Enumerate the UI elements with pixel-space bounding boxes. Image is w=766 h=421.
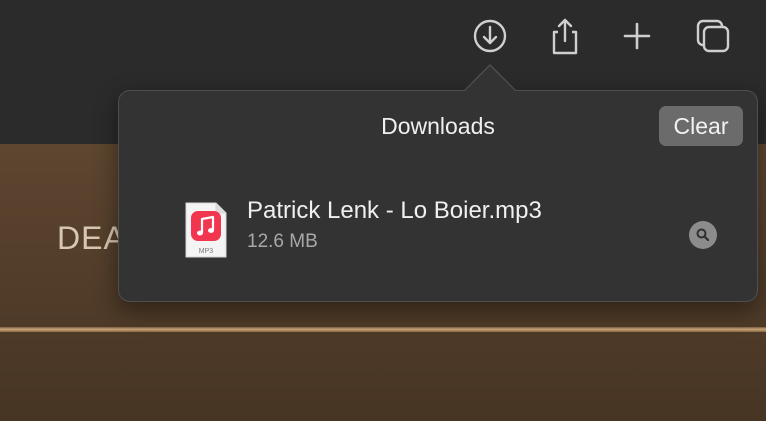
download-file-name: Patrick Lenk - Lo Boier.mp3 [247,197,542,224]
download-item[interactable]: MP3 Patrick Lenk - Lo Boier.mp3 12.6 MB [179,195,739,259]
page-divider [0,327,766,332]
tab-overview-button[interactable] [691,14,735,58]
plus-icon [623,22,651,50]
downloads-button[interactable] [468,14,512,58]
tabs-overview-icon [696,19,730,53]
page-heading-partial: DEA [57,220,126,256]
share-button[interactable] [543,14,587,58]
music-file-icon: MP3 [185,202,227,258]
downloads-popover: Downloads Clear MP3 Patrick Lenk - Lo Bo… [118,90,758,302]
file-type-badge: MP3 [199,248,214,255]
popover-arrow [463,66,517,93]
new-tab-button[interactable] [615,14,659,58]
download-file-size: 12.6 MB [247,231,318,252]
share-icon [552,18,578,55]
download-icon [473,19,507,53]
clear-downloads-button[interactable]: Clear [659,106,743,146]
show-in-finder-button[interactable] [689,221,717,249]
magnifier-icon [696,228,710,242]
